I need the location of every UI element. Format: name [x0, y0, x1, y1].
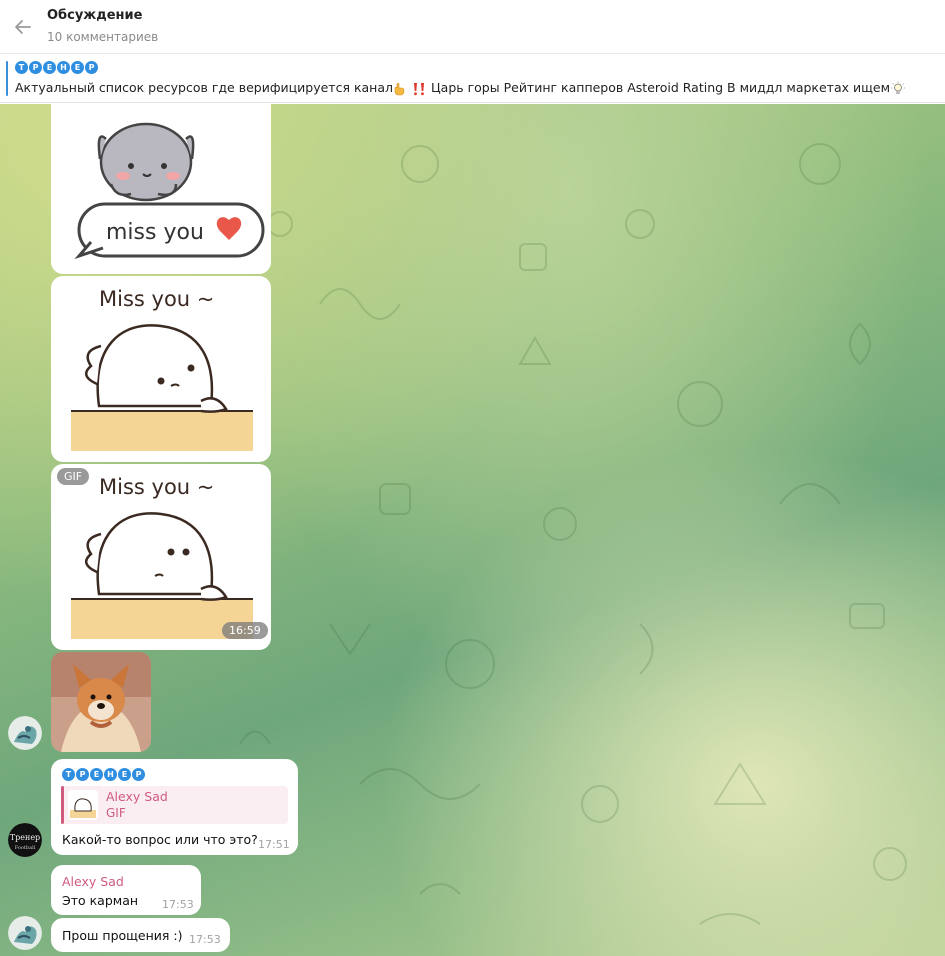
avatar-alexy-sad[interactable]	[8, 716, 42, 750]
sticker-caption: miss you	[106, 220, 204, 245]
message-apology[interactable]: Прош прощения :) 17:53	[51, 918, 230, 952]
reply-thumbnail	[68, 790, 98, 820]
pinned-message[interactable]: Т Р Е Н Е Р Актуальный список ресурсов г…	[0, 55, 945, 103]
back-arrow-icon[interactable]	[10, 14, 36, 40]
chat-area[interactable]: miss you Miss you ~ Miss you ~ GIF 16:59…	[0, 104, 945, 956]
hand-emoji-icon	[394, 82, 405, 95]
sticker-miss-you-cat[interactable]: miss you	[51, 104, 271, 274]
avatar-trainer[interactable]: Тренер Football	[8, 823, 42, 857]
pinned-text-line: Актуальный список ресурсов где верифицир…	[15, 80, 906, 97]
sticker-caption: Miss you ~	[99, 287, 214, 311]
message-time: 17:51	[258, 838, 290, 851]
seal-sticker-image: Miss you ~	[71, 287, 253, 451]
badge-letter: Е	[43, 61, 56, 74]
page-title: Обсуждение	[47, 8, 143, 23]
badge-letter: Е	[71, 61, 84, 74]
badge-letter: Р	[85, 61, 98, 74]
badge-letter: Е	[90, 768, 103, 781]
message-time: 17:53	[189, 933, 221, 946]
avatar-alexy-sad[interactable]	[8, 916, 42, 950]
avatar-text-bottom: Football	[15, 845, 36, 851]
pinned-text-tail: Царь горы Рейтинг капперов Asteroid Rati…	[430, 80, 890, 95]
badge-letter: Е	[118, 768, 131, 781]
double-exclamation-icon	[413, 82, 424, 95]
message-trainer[interactable]: Т Р Е Н Е Р Alexy Sad GIF Какой-то вопро…	[51, 759, 298, 855]
lightbulb-icon	[891, 81, 905, 94]
dog-image	[51, 652, 151, 752]
pinned-accent-line	[6, 61, 8, 96]
avatar-image	[8, 916, 42, 950]
sticker-caption: Miss you ~	[99, 475, 214, 499]
badge-letter: Н	[104, 768, 117, 781]
badge-letter: Р	[132, 768, 145, 781]
reply-accent-line	[61, 786, 64, 824]
trainer-badge: Т Р Е Н Е Р	[62, 768, 145, 781]
pinned-text: Актуальный список ресурсов где верифицир…	[15, 80, 393, 95]
message-time: 16:59	[222, 622, 268, 639]
avatar-image: Тренер Football	[8, 823, 42, 857]
badge-letter: Т	[62, 768, 75, 781]
message-text: Это карман	[62, 893, 139, 908]
trainer-badge: Т Р Е Н Е Р	[15, 61, 98, 74]
avatar-text-top: Тренер	[10, 833, 40, 842]
badge-letter: Т	[15, 61, 28, 74]
badge-letter: Р	[76, 768, 89, 781]
message-text: Какой-то вопрос или что это?	[62, 832, 258, 847]
sticker-miss-you-seal[interactable]: Miss you ~	[51, 276, 271, 462]
reply-type: GIF	[106, 806, 126, 820]
seal-thumbnail-image	[70, 798, 96, 818]
comment-count: 10 комментариев	[47, 30, 159, 44]
avatar-image	[8, 716, 42, 750]
badge-letter: Н	[57, 61, 70, 74]
message-time: 17:53	[162, 898, 194, 911]
badge-letter: Р	[29, 61, 42, 74]
dog-photo[interactable]	[51, 652, 151, 752]
message-alexy-sad[interactable]: Alexy Sad Это карман 17:53	[51, 865, 201, 915]
chat-header: Обсуждение 10 комментариев	[0, 0, 945, 54]
gif-label: GIF	[57, 468, 90, 485]
message-text: Прош прощения :)	[62, 928, 183, 943]
reply-author: Alexy Sad	[106, 789, 168, 804]
reply-preview[interactable]: Alexy Sad GIF	[61, 786, 288, 824]
message-author[interactable]: Alexy Sad	[62, 874, 124, 889]
cat-sticker-image: miss you	[74, 122, 265, 260]
